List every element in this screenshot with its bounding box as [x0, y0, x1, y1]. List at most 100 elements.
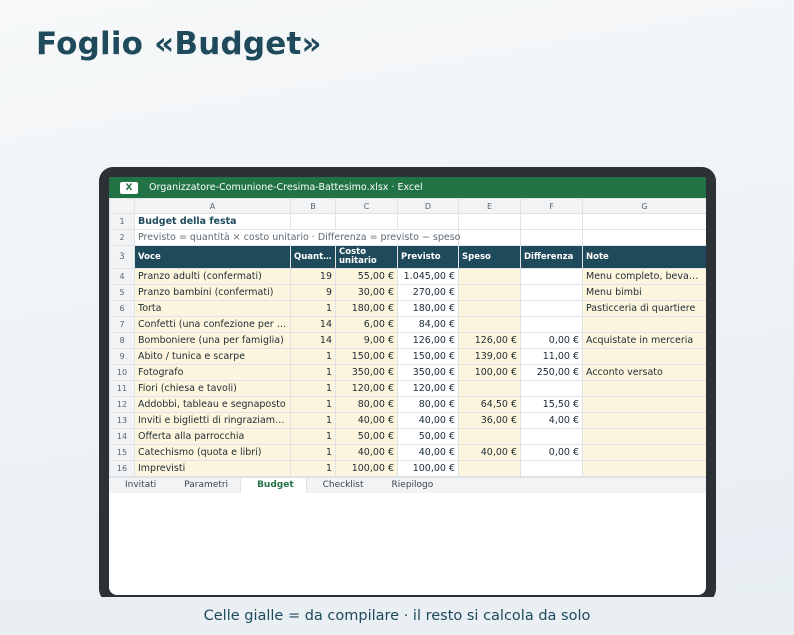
- cell[interactable]: [520, 229, 583, 246]
- cell-costo-unitario[interactable]: 120,00 €: [335, 380, 398, 397]
- cell-previsto[interactable]: 84,00 €: [397, 316, 459, 333]
- cell-previsto[interactable]: 1.045,00 €: [397, 268, 459, 285]
- cell-differenza[interactable]: 0,00 €: [520, 332, 583, 349]
- cell-quantita[interactable]: 14: [290, 316, 336, 333]
- row-number[interactable]: 8: [109, 332, 135, 349]
- row-number[interactable]: 1: [109, 213, 135, 230]
- cell-costo-unitario[interactable]: 9,00 €: [335, 332, 398, 349]
- cell-voce[interactable]: Confetti (una confezione per famiglia): [134, 316, 291, 333]
- row-number[interactable]: 9: [109, 348, 135, 365]
- row-number[interactable]: 13: [109, 412, 135, 429]
- header-differenza[interactable]: Differenza: [520, 245, 583, 269]
- cell-differenza[interactable]: 15,50 €: [520, 396, 583, 413]
- cell-previsto[interactable]: 126,00 €: [397, 332, 459, 349]
- cell-previsto[interactable]: 350,00 €: [397, 364, 459, 381]
- cell-voce[interactable]: Fiori (chiesa e tavoli): [134, 380, 291, 397]
- cell-note[interactable]: [582, 444, 706, 461]
- cell-note[interactable]: Pasticceria di quartiere: [582, 300, 706, 317]
- cell-note[interactable]: Acconto versato: [582, 364, 706, 381]
- cell-voce[interactable]: Torta: [134, 300, 291, 317]
- sheet-tab-budget[interactable]: Budget: [240, 478, 307, 493]
- cell-speso[interactable]: [458, 428, 521, 445]
- header-quantita[interactable]: Quantità: [290, 245, 336, 269]
- cell-quantita[interactable]: 1: [290, 300, 336, 317]
- cell-voce[interactable]: Addobbi, tableau e segnaposto: [134, 396, 291, 413]
- cell[interactable]: [290, 213, 336, 230]
- cell-quantita[interactable]: 1: [290, 460, 336, 477]
- column-header-b[interactable]: B: [290, 198, 336, 214]
- sheet-tab-parametri[interactable]: Parametri: [168, 478, 240, 493]
- cell-quantita[interactable]: 1: [290, 396, 336, 413]
- cell-quantita[interactable]: 1: [290, 348, 336, 365]
- cell-differenza[interactable]: [520, 268, 583, 285]
- row-number[interactable]: 6: [109, 300, 135, 317]
- cell-previsto[interactable]: 80,00 €: [397, 396, 459, 413]
- cell-differenza[interactable]: [520, 316, 583, 333]
- cell-costo-unitario[interactable]: 350,00 €: [335, 364, 398, 381]
- cell[interactable]: [582, 229, 706, 246]
- header-voce[interactable]: Voce: [134, 245, 291, 269]
- cell-voce[interactable]: Pranzo bambini (confermati): [134, 284, 291, 301]
- column-header-f[interactable]: F: [520, 198, 583, 214]
- cell-note[interactable]: [582, 348, 706, 365]
- cell-voce[interactable]: Fotografo: [134, 364, 291, 381]
- cell-speso[interactable]: [458, 380, 521, 397]
- column-header-g[interactable]: G: [582, 198, 706, 214]
- cell-previsto[interactable]: 40,00 €: [397, 444, 459, 461]
- cell-voce[interactable]: Inviti e biglietti di ringraziamento: [134, 412, 291, 429]
- row-number[interactable]: 10: [109, 364, 135, 381]
- column-header-a[interactable]: A: [134, 198, 291, 214]
- sheet-subtitle-cell[interactable]: Previsto = quantità × costo unitario · D…: [134, 229, 460, 246]
- cell-quantita[interactable]: 14: [290, 332, 336, 349]
- row-number[interactable]: 12: [109, 396, 135, 413]
- cell-previsto[interactable]: 270,00 €: [397, 284, 459, 301]
- cell-speso[interactable]: 64,50 €: [458, 396, 521, 413]
- cell-speso[interactable]: 100,00 €: [458, 364, 521, 381]
- cell[interactable]: [458, 229, 521, 246]
- cell-speso[interactable]: [458, 316, 521, 333]
- select-all-corner[interactable]: [109, 198, 135, 214]
- cell-differenza[interactable]: [520, 380, 583, 397]
- cell-costo-unitario[interactable]: 80,00 €: [335, 396, 398, 413]
- cell-previsto[interactable]: 100,00 €: [397, 460, 459, 477]
- cell-voce[interactable]: Bomboniere (una per famiglia): [134, 332, 291, 349]
- cell[interactable]: [335, 213, 398, 230]
- cell-speso[interactable]: [458, 460, 521, 477]
- cell-costo-unitario[interactable]: 55,00 €: [335, 268, 398, 285]
- cell-previsto[interactable]: 150,00 €: [397, 348, 459, 365]
- cell-quantita[interactable]: 1: [290, 428, 336, 445]
- cell-previsto[interactable]: 180,00 €: [397, 300, 459, 317]
- cell-costo-unitario[interactable]: 40,00 €: [335, 412, 398, 429]
- cell-voce[interactable]: Catechismo (quota e libri): [134, 444, 291, 461]
- cell-costo-unitario[interactable]: 6,00 €: [335, 316, 398, 333]
- cell-costo-unitario[interactable]: 40,00 €: [335, 444, 398, 461]
- cell-note[interactable]: [582, 460, 706, 477]
- cell[interactable]: [458, 213, 521, 230]
- cell-quantita[interactable]: 19: [290, 268, 336, 285]
- cell-previsto[interactable]: 50,00 €: [397, 428, 459, 445]
- sheet-tab-riepilogo[interactable]: Riepilogo: [376, 478, 446, 493]
- cell-quantita[interactable]: 1: [290, 380, 336, 397]
- cell-speso[interactable]: 126,00 €: [458, 332, 521, 349]
- header-previsto[interactable]: Previsto: [397, 245, 459, 269]
- cell-note[interactable]: [582, 380, 706, 397]
- sheet-tab-checklist[interactable]: Checklist: [307, 478, 376, 493]
- cell-speso[interactable]: [458, 268, 521, 285]
- cell-quantita[interactable]: 9: [290, 284, 336, 301]
- cell[interactable]: [520, 213, 583, 230]
- cell-costo-unitario[interactable]: 30,00 €: [335, 284, 398, 301]
- cell-speso[interactable]: 139,00 €: [458, 348, 521, 365]
- row-number[interactable]: 4: [109, 268, 135, 285]
- column-header-e[interactable]: E: [458, 198, 521, 214]
- row-number[interactable]: 7: [109, 316, 135, 333]
- cell-costo-unitario[interactable]: 50,00 €: [335, 428, 398, 445]
- cell-note[interactable]: [582, 412, 706, 429]
- sheet-tab-invitati[interactable]: Invitati: [109, 478, 168, 493]
- cell-previsto[interactable]: 120,00 €: [397, 380, 459, 397]
- cell-costo-unitario[interactable]: 150,00 €: [335, 348, 398, 365]
- cell-costo-unitario[interactable]: 180,00 €: [335, 300, 398, 317]
- cell-differenza[interactable]: [520, 284, 583, 301]
- cell-differenza[interactable]: 250,00 €: [520, 364, 583, 381]
- cell-note[interactable]: [582, 396, 706, 413]
- cell-note[interactable]: [582, 428, 706, 445]
